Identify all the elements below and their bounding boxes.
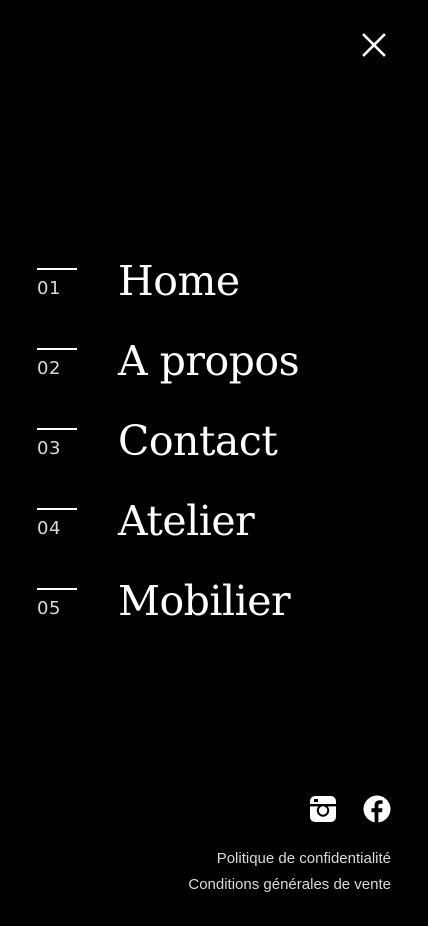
menu-item-atelier[interactable]: 04 Atelier — [37, 495, 397, 575]
close-button[interactable] — [360, 31, 388, 59]
menu-item-label[interactable]: Mobilier — [118, 575, 291, 627]
menu-item-number: 04 — [37, 518, 61, 539]
menu-divider — [37, 268, 77, 270]
menu-item-label[interactable]: Home — [118, 255, 240, 307]
social-links — [308, 795, 392, 825]
terms-of-sale-link[interactable]: Conditions générales de vente — [188, 872, 391, 898]
close-icon — [362, 33, 386, 57]
menu-divider — [37, 348, 77, 350]
menu-item-label[interactable]: A propos — [118, 335, 300, 387]
main-menu: 01 Home 02 A propos 03 Contact 04 Atelie… — [37, 255, 397, 655]
instagram-link[interactable] — [309, 795, 337, 823]
instagram-icon — [310, 796, 336, 822]
menu-item-number: 02 — [37, 358, 61, 379]
menu-item-number: 03 — [37, 438, 61, 459]
menu-item-number: 01 — [37, 278, 61, 299]
menu-item-label[interactable]: Atelier — [118, 495, 255, 547]
menu-item-mobilier[interactable]: 05 Mobilier — [37, 575, 397, 655]
menu-item-a-propos[interactable]: 02 A propos — [37, 335, 397, 415]
facebook-icon — [363, 795, 391, 823]
menu-divider — [37, 508, 77, 510]
facebook-link[interactable] — [363, 795, 391, 823]
menu-item-label[interactable]: Contact — [118, 415, 278, 467]
privacy-policy-link[interactable]: Politique de confidentialité — [188, 846, 391, 872]
menu-item-number: 05 — [37, 598, 61, 619]
menu-divider — [37, 428, 77, 430]
menu-item-contact[interactable]: 03 Contact — [37, 415, 397, 495]
footer-links: Politique de confidentialité Conditions … — [188, 846, 391, 898]
menu-divider — [37, 588, 77, 590]
menu-item-home[interactable]: 01 Home — [37, 255, 397, 335]
